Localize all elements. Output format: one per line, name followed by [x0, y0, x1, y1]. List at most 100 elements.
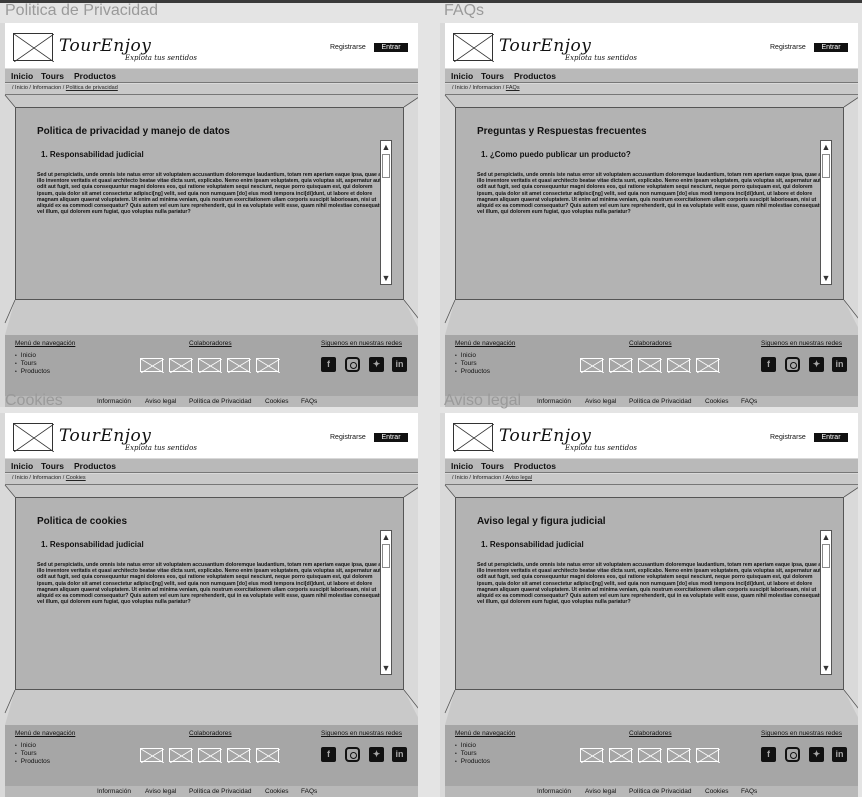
link-faqs[interactable]: FAQs [301, 398, 317, 405]
login-button[interactable]: Entrar [814, 43, 848, 52]
nav-item-productos[interactable]: Productos [74, 71, 116, 81]
collaborator-logo-placeholder[interactable] [580, 358, 605, 374]
footer-nav-item-tours[interactable]: Tours [15, 360, 50, 368]
link-informacion[interactable]: Información [537, 398, 571, 405]
collaborator-logo-placeholder[interactable] [256, 748, 281, 764]
link-aviso-legal[interactable]: Aviso legal [585, 398, 616, 405]
nav-item-inicio[interactable]: Inicio [451, 461, 473, 471]
link-politica-privacidad[interactable]: Política de Privacidad [629, 788, 692, 795]
register-link[interactable]: Registrarse [330, 434, 366, 441]
collaborator-logo-placeholder[interactable] [169, 358, 194, 374]
collaborator-logo-placeholder[interactable] [580, 748, 605, 764]
footer-nav-item-inicio[interactable]: Inicio [455, 352, 490, 360]
facebook-icon[interactable]: f [321, 357, 336, 372]
scroll-down-icon[interactable]: ▼ [821, 662, 831, 674]
link-aviso-legal[interactable]: Aviso legal [145, 398, 176, 405]
footer-nav-item-tours[interactable]: Tours [455, 360, 490, 368]
content-scrollbar[interactable]: ▲ ▼ [380, 530, 392, 675]
link-faqs[interactable]: FAQs [741, 788, 757, 795]
linkedin-icon[interactable]: in [832, 357, 847, 372]
nav-item-productos[interactable]: Productos [74, 461, 116, 471]
instagram-icon[interactable] [345, 747, 360, 762]
breadcrumb-path[interactable]: / Inicio / Informacion / [452, 475, 506, 481]
instagram-icon[interactable] [345, 357, 360, 372]
logo-image-placeholder[interactable] [13, 423, 54, 452]
brand-name[interactable]: TourEnjoy [499, 426, 591, 446]
nav-item-inicio[interactable]: Inicio [451, 71, 473, 81]
brand-name[interactable]: TourEnjoy [59, 36, 151, 56]
collaborator-logo-placeholder[interactable] [198, 748, 223, 764]
collaborator-logo-placeholder[interactable] [227, 748, 252, 764]
link-cookies[interactable]: Cookies [705, 398, 728, 405]
brand-name[interactable]: TourEnjoy [59, 426, 151, 446]
collaborator-logo-placeholder[interactable] [667, 748, 692, 764]
scroll-up-icon[interactable]: ▲ [821, 141, 831, 153]
link-politica-privacidad[interactable]: Política de Privacidad [189, 788, 252, 795]
linkedin-icon[interactable]: in [832, 747, 847, 762]
link-cookies[interactable]: Cookies [265, 788, 288, 795]
scroll-down-icon[interactable]: ▼ [381, 662, 391, 674]
breadcrumb-current[interactable]: Politica de privacidad [66, 85, 118, 91]
scroll-thumb[interactable] [382, 154, 390, 178]
breadcrumb-path[interactable]: / Inicio / Informacion / [12, 475, 66, 481]
collaborator-logo-placeholder[interactable] [256, 358, 281, 374]
scroll-up-icon[interactable]: ▲ [821, 531, 831, 543]
breadcrumb-path[interactable]: / Inicio / Informacion / [12, 85, 66, 91]
footer-nav-item-productos[interactable]: Productos [15, 368, 50, 376]
footer-nav-item-inicio[interactable]: Inicio [15, 352, 50, 360]
logo-image-placeholder[interactable] [13, 33, 54, 62]
login-button[interactable]: Entrar [814, 433, 848, 442]
link-informacion[interactable]: Información [97, 788, 131, 795]
collaborator-logo-placeholder[interactable] [198, 358, 223, 374]
nav-item-tours[interactable]: Tours [41, 71, 64, 81]
link-informacion[interactable]: Información [537, 788, 571, 795]
link-aviso-legal[interactable]: Aviso legal [145, 788, 176, 795]
facebook-icon[interactable]: f [321, 747, 336, 762]
nav-item-tours[interactable]: Tours [41, 461, 64, 471]
link-politica-privacidad[interactable]: Política de Privacidad [189, 398, 252, 405]
collaborator-logo-placeholder[interactable] [169, 748, 194, 764]
breadcrumb-current[interactable]: Aviso legal [506, 475, 533, 481]
breadcrumb-current[interactable]: FAQs [506, 85, 520, 91]
linkedin-icon[interactable]: in [392, 357, 407, 372]
link-aviso-legal[interactable]: Aviso legal [585, 788, 616, 795]
scroll-thumb[interactable] [822, 544, 830, 568]
scroll-thumb[interactable] [382, 544, 390, 568]
logo-image-placeholder[interactable] [453, 423, 494, 452]
linkedin-icon[interactable]: in [392, 747, 407, 762]
collaborator-logo-placeholder[interactable] [609, 358, 634, 374]
footer-nav-item-tours[interactable]: Tours [15, 750, 50, 758]
register-link[interactable]: Registrarse [770, 434, 806, 441]
collaborator-logo-placeholder[interactable] [667, 358, 692, 374]
link-cookies[interactable]: Cookies [265, 398, 288, 405]
scroll-down-icon[interactable]: ▼ [381, 272, 391, 284]
breadcrumb-current[interactable]: Cookies [66, 475, 86, 481]
collaborator-logo-placeholder[interactable] [696, 358, 721, 374]
twitter-icon[interactable]: ✦ [809, 357, 824, 372]
nav-item-inicio[interactable]: Inicio [11, 71, 33, 81]
facebook-icon[interactable]: f [761, 747, 776, 762]
scroll-down-icon[interactable]: ▼ [821, 272, 831, 284]
scroll-thumb[interactable] [822, 154, 830, 178]
footer-nav-item-productos[interactable]: Productos [455, 758, 490, 766]
breadcrumb-path[interactable]: / Inicio / Informacion / [452, 85, 506, 91]
twitter-icon[interactable]: ✦ [369, 747, 384, 762]
facebook-icon[interactable]: f [761, 357, 776, 372]
content-scrollbar[interactable]: ▲ ▼ [820, 530, 832, 675]
twitter-icon[interactable]: ✦ [809, 747, 824, 762]
footer-nav-item-inicio[interactable]: Inicio [15, 742, 50, 750]
collaborator-logo-placeholder[interactable] [696, 748, 721, 764]
collaborator-logo-placeholder[interactable] [140, 358, 165, 374]
nav-item-tours[interactable]: Tours [481, 461, 504, 471]
twitter-icon[interactable]: ✦ [369, 357, 384, 372]
collaborator-logo-placeholder[interactable] [638, 358, 663, 374]
footer-nav-item-productos[interactable]: Productos [15, 758, 50, 766]
collaborator-logo-placeholder[interactable] [638, 748, 663, 764]
register-link[interactable]: Registrarse [770, 44, 806, 51]
footer-nav-item-inicio[interactable]: Inicio [455, 742, 490, 750]
link-faqs[interactable]: FAQs [741, 398, 757, 405]
collaborator-logo-placeholder[interactable] [609, 748, 634, 764]
scroll-up-icon[interactable]: ▲ [381, 141, 391, 153]
brand-name[interactable]: TourEnjoy [499, 36, 591, 56]
link-faqs[interactable]: FAQs [301, 788, 317, 795]
